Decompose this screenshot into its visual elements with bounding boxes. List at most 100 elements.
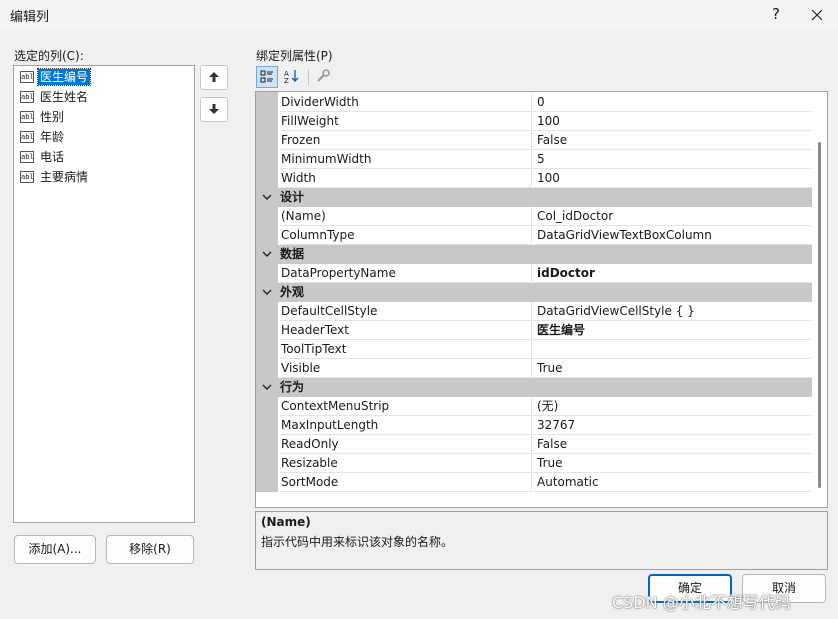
property-name: ContextMenuStrip — [280, 397, 532, 416]
property-value[interactable]: False — [533, 131, 812, 150]
column-item-label: 医生姓名 — [40, 90, 89, 104]
property-name: ColumnType — [280, 226, 532, 245]
property-grid-toolbar: A Z — [256, 66, 456, 90]
textbox-column-icon: abl — [20, 71, 34, 83]
close-button[interactable] — [802, 2, 832, 26]
property-name: DividerWidth — [280, 93, 532, 112]
categorized-icon — [260, 70, 273, 83]
property-row[interactable]: DefaultCellStyle DataGridViewCellStyle {… — [256, 302, 812, 321]
property-row[interactable]: Resizable True — [256, 454, 812, 473]
watermark: CSDN @小北不想写代码 — [612, 593, 791, 612]
column-item-label: 年龄 — [40, 130, 65, 144]
categorized-button[interactable] — [256, 66, 278, 88]
textbox-column-icon: abl — [20, 111, 34, 123]
selected-columns-list[interactable]: abl 医生编号 abl 医生姓名 abl 性别 abl 年龄 abl 电话 a… — [13, 65, 195, 523]
property-row[interactable]: (Name) Col_idDoctor — [256, 207, 812, 226]
property-name: SortMode — [280, 473, 532, 492]
remove-column-button[interactable]: 移除(R) — [106, 535, 194, 564]
property-grid-scrollbar[interactable] — [812, 92, 827, 507]
move-down-button[interactable] — [200, 97, 228, 122]
property-row[interactable]: Width 100 — [256, 169, 812, 188]
category-label: 数据 — [280, 247, 305, 261]
arrow-up-icon — [209, 72, 219, 82]
column-item-label: 电话 — [40, 150, 65, 164]
help-button[interactable]: ? — [763, 2, 789, 26]
property-row[interactable]: DividerWidth 0 — [256, 93, 812, 112]
category-behavior[interactable]: 行为 — [256, 378, 812, 397]
property-value[interactable]: 5 — [533, 150, 812, 169]
category-label: 设计 — [280, 190, 305, 204]
category-design[interactable]: 设计 — [256, 188, 812, 207]
property-row[interactable]: FillWeight 100 — [256, 112, 812, 131]
property-value[interactable]: Automatic — [533, 473, 812, 492]
scrollbar-thumb[interactable] — [818, 142, 821, 488]
description-pane: (Name) 指示代码中用来标识该对象的名称。 — [255, 511, 828, 570]
move-up-button[interactable] — [200, 65, 228, 90]
property-row[interactable]: MinimumWidth 5 — [256, 150, 812, 169]
close-icon — [811, 9, 823, 20]
property-value[interactable]: 100 — [533, 112, 812, 131]
property-row[interactable]: HeaderText 医生编号 — [256, 321, 812, 340]
property-row[interactable]: ContextMenuStrip (无) — [256, 397, 812, 416]
property-name: Visible — [280, 359, 532, 378]
description-title: (Name) — [261, 515, 311, 529]
property-row[interactable]: ColumnType DataGridViewTextBoxColumn — [256, 226, 812, 245]
property-name: FillWeight — [280, 112, 532, 131]
add-column-button[interactable]: 添加(A)... — [14, 535, 96, 564]
property-value[interactable]: (无) — [533, 397, 812, 416]
category-label: 外观 — [280, 285, 305, 299]
property-value[interactable]: 32767 — [533, 416, 812, 435]
property-grid[interactable]: DividerWidth 0 FillWeight 100 Frozen Fal… — [255, 91, 828, 508]
toolbar-separator — [308, 69, 309, 85]
property-value[interactable]: Col_idDoctor — [533, 207, 812, 226]
property-value[interactable]: True — [533, 359, 812, 378]
property-row[interactable]: ToolTipText — [256, 340, 812, 359]
column-item-label: 主要病情 — [40, 170, 89, 184]
chevron-down-icon — [262, 251, 272, 257]
column-item[interactable]: abl 年龄 — [18, 128, 192, 146]
textbox-column-icon: abl — [20, 151, 34, 163]
property-value[interactable]: idDoctor — [533, 264, 812, 283]
column-item[interactable]: abl 医生姓名 — [18, 88, 192, 106]
alphabetical-button[interactable]: A Z — [281, 66, 303, 88]
property-value[interactable]: DataGridViewCellStyle { } — [533, 302, 812, 321]
property-pages-button[interactable] — [312, 66, 334, 88]
bound-column-properties-label: 绑定列属性(P) — [256, 49, 333, 63]
textbox-column-icon: abl — [20, 171, 34, 183]
property-name: HeaderText — [280, 321, 532, 340]
category-data[interactable]: 数据 — [256, 245, 812, 264]
textbox-column-icon: abl — [20, 91, 34, 103]
property-row[interactable]: Frozen False — [256, 131, 812, 150]
property-name: MinimumWidth — [280, 150, 532, 169]
description-text: 指示代码中用来标识该对象的名称。 — [261, 535, 454, 549]
property-value[interactable]: False — [533, 435, 812, 454]
svg-text:Z: Z — [284, 77, 289, 83]
property-row[interactable]: DataPropertyName idDoctor — [256, 264, 812, 283]
column-item[interactable]: abl 电话 — [18, 148, 192, 166]
property-name: Frozen — [280, 131, 532, 150]
property-value[interactable]: True — [533, 454, 812, 473]
property-value[interactable] — [533, 340, 812, 359]
property-value[interactable]: 0 — [533, 93, 812, 112]
column-item[interactable]: abl 性别 — [18, 108, 192, 126]
column-item-label: 医生编号 — [36, 68, 92, 86]
title-bar: 编辑列 ? — [0, 0, 838, 30]
wrench-icon — [317, 69, 330, 82]
property-row[interactable]: SortMode Automatic — [256, 473, 812, 492]
property-name: MaxInputLength — [280, 416, 532, 435]
property-name: Resizable — [280, 454, 532, 473]
category-appearance[interactable]: 外观 — [256, 283, 812, 302]
alphabetical-icon: A Z — [284, 70, 299, 85]
property-name: DataPropertyName — [280, 264, 532, 283]
property-value[interactable]: 100 — [533, 169, 812, 188]
property-value[interactable]: DataGridViewTextBoxColumn — [533, 226, 812, 245]
property-row[interactable]: MaxInputLength 32767 — [256, 416, 812, 435]
column-item[interactable]: abl 医生编号 — [18, 68, 192, 86]
property-row[interactable]: ReadOnly False — [256, 435, 812, 454]
arrow-down-icon — [209, 104, 219, 114]
property-name: DefaultCellStyle — [280, 302, 532, 321]
property-row[interactable]: Visible True — [256, 359, 812, 378]
category-label: 行为 — [280, 380, 305, 394]
property-value[interactable]: 医生编号 — [533, 321, 812, 340]
column-item[interactable]: abl 主要病情 — [18, 168, 192, 186]
